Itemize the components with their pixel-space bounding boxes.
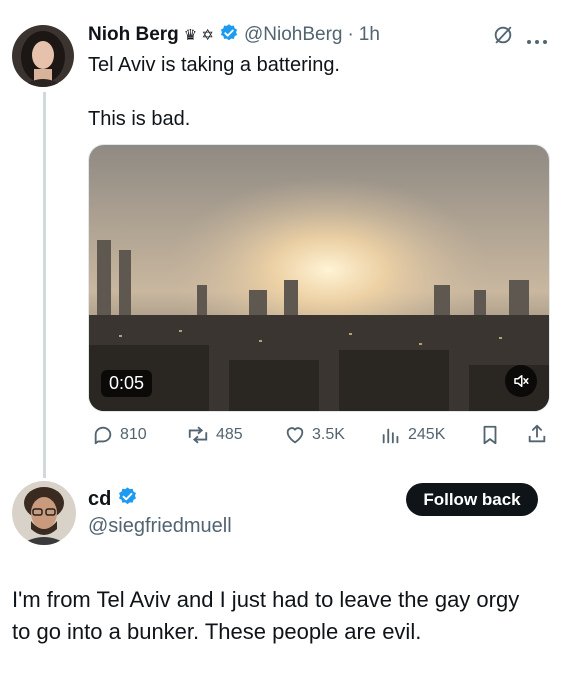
views-action[interactable]: 245K	[380, 424, 445, 446]
video-duration: 0:05	[101, 370, 153, 397]
post-text-line1: Tel Aviv is taking a battering.	[88, 54, 340, 76]
repost-icon	[186, 424, 210, 446]
author-name[interactable]: Nioh Berg	[88, 24, 179, 46]
reply-count: 810	[120, 426, 147, 443]
repost-count: 485	[216, 426, 243, 443]
more-icon[interactable]	[526, 32, 548, 50]
reply-author-name[interactable]: cd	[88, 488, 111, 511]
author-handle[interactable]: @NiohBerg	[244, 24, 343, 46]
like-action[interactable]: 3.5K	[284, 424, 345, 446]
author-avatar[interactable]	[12, 25, 74, 87]
views-count: 245K	[408, 426, 446, 443]
name-emojis: ♛ ✡	[183, 27, 214, 44]
follow-back-button[interactable]: Follow back	[406, 483, 538, 516]
bookmark-icon[interactable]	[480, 424, 500, 451]
reply-handle[interactable]: @siegfriedmuell	[88, 515, 232, 538]
post-text-line2: This is bad.	[88, 108, 191, 130]
reply-text: I'm from Tel Aviv and I just had to leav…	[12, 587, 520, 644]
post-header: Nioh Berg ♛ ✡ @NiohBerg · 1h	[88, 22, 380, 48]
thread-line	[43, 92, 46, 478]
grok-icon[interactable]	[492, 24, 514, 51]
like-icon	[284, 424, 306, 446]
views-icon	[380, 424, 402, 446]
reply-action[interactable]: 810	[92, 424, 147, 446]
reply-avatar[interactable]	[12, 481, 76, 545]
like-count: 3.5K	[312, 426, 345, 443]
post-time[interactable]: 1h	[359, 24, 380, 46]
reply-header: cd	[88, 486, 138, 512]
share-icon[interactable]	[526, 423, 548, 450]
video-player[interactable]: 0:05	[88, 144, 550, 412]
verified-icon	[219, 23, 239, 48]
dot-separator: ·	[347, 24, 354, 45]
mute-icon[interactable]	[505, 365, 537, 397]
reply-icon	[92, 424, 114, 446]
verified-icon	[117, 486, 138, 512]
repost-action[interactable]: 485	[186, 424, 243, 446]
